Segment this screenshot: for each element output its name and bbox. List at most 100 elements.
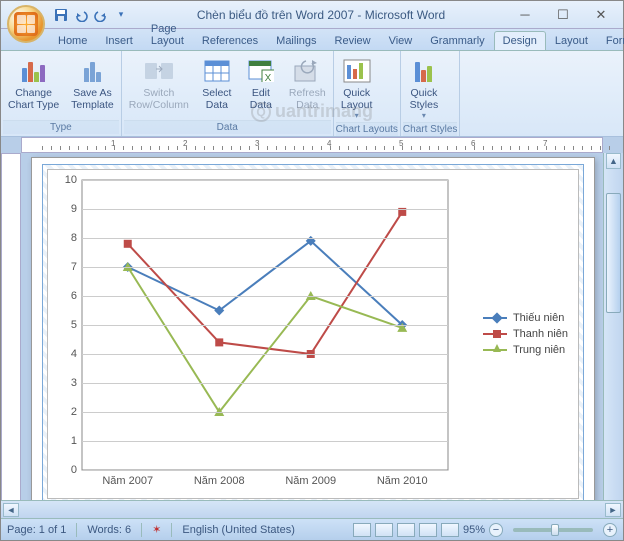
- refresh-data-label: Refresh Data: [289, 87, 326, 111]
- group-chart-layouts-label: Chart Layouts: [336, 122, 398, 136]
- view-draft-icon[interactable]: [441, 523, 459, 537]
- quick-styles-button[interactable]: Quick Styles ▾: [403, 53, 445, 122]
- plot-area: 012345678910Năm 2007Năm 2008Năm 2009Năm …: [82, 180, 448, 470]
- switch-row-column-label: Switch Row/Column: [129, 87, 189, 111]
- scroll-up-arrow[interactable]: ▲: [606, 153, 621, 169]
- edit-data-icon: X: [245, 55, 277, 87]
- legend-label: Trung niên: [513, 344, 565, 356]
- refresh-data-button: Refresh Data: [284, 53, 331, 120]
- vertical-scrollbar[interactable]: ▲ ▼: [603, 153, 623, 519]
- page: 012345678910Năm 2007Năm 2008Năm 2009Năm …: [31, 157, 595, 511]
- group-type: Change Chart Type Save As Template Type: [1, 51, 122, 136]
- tab-grammarly[interactable]: Grammarly: [421, 31, 493, 50]
- group-chart-layouts: Quick Layout ▾ Chart Layouts: [334, 51, 401, 136]
- quick-styles-label: Quick Styles: [410, 87, 439, 111]
- zoom-out-button[interactable]: −: [489, 523, 503, 537]
- zoom-level[interactable]: 95%: [463, 524, 485, 536]
- tab-review[interactable]: Review: [326, 31, 380, 50]
- template-icon: [76, 55, 108, 87]
- chevron-down-icon: ▾: [422, 111, 426, 120]
- proofing-icon[interactable]: ✶: [152, 523, 161, 536]
- view-full-screen-icon[interactable]: [375, 523, 393, 537]
- tab-format[interactable]: Format: [597, 31, 624, 50]
- y-tick-label: 5: [71, 319, 77, 331]
- scroll-right-arrow[interactable]: ►: [605, 503, 621, 517]
- zoom-in-button[interactable]: +: [603, 523, 617, 537]
- y-tick-label: 9: [71, 203, 77, 215]
- status-bar: Page: 1 of 1 Words: 6 ✶ English (United …: [1, 518, 623, 540]
- select-data-button[interactable]: Select Data: [196, 53, 238, 120]
- ribbon: Change Chart Type Save As Template Type …: [1, 51, 623, 137]
- save-as-template-label: Save As Template: [71, 87, 114, 111]
- bar-chart-icon: [18, 55, 50, 87]
- legend-item: Trung niên: [483, 344, 568, 356]
- document-area: 1234567 ▲ ▼ 012345678910Năm 2007Năm 2008…: [1, 137, 623, 519]
- group-type-label: Type: [3, 120, 119, 134]
- redo-icon[interactable]: [93, 7, 109, 23]
- quick-styles-icon: [408, 55, 440, 87]
- chart-object[interactable]: 012345678910Năm 2007Năm 2008Năm 2009Năm …: [47, 169, 579, 499]
- y-tick-label: 1: [71, 435, 77, 447]
- status-page[interactable]: Page: 1 of 1: [7, 524, 66, 536]
- group-data-label: Data: [124, 120, 331, 134]
- office-button[interactable]: [7, 5, 45, 43]
- undo-icon[interactable]: [73, 7, 89, 23]
- edit-data-label: Edit Data: [250, 87, 272, 111]
- select-data-icon: [201, 55, 233, 87]
- y-tick-label: 3: [71, 377, 77, 389]
- legend-item: Thiếu niên: [483, 312, 568, 324]
- window-controls: ─ ☐ ✕: [507, 4, 619, 26]
- group-data: Switch Row/Column Select Data X Edit Dat…: [122, 51, 334, 136]
- tab-page-layout[interactable]: Page Layout: [142, 19, 193, 50]
- zoom-thumb[interactable]: [551, 524, 559, 536]
- x-tick-label: Năm 2009: [285, 475, 336, 487]
- minimize-button[interactable]: ─: [507, 4, 543, 26]
- edit-data-button[interactable]: X Edit Data: [240, 53, 282, 120]
- horizontal-scrollbar[interactable]: ◄ ►: [1, 500, 623, 518]
- tab-insert[interactable]: Insert: [96, 31, 142, 50]
- y-tick-label: 6: [71, 290, 77, 302]
- view-print-layout-icon[interactable]: [353, 523, 371, 537]
- chart-selection-border[interactable]: 012345678910Năm 2007Năm 2008Năm 2009Năm …: [42, 164, 584, 504]
- refresh-icon: [291, 55, 323, 87]
- view-outline-icon[interactable]: [419, 523, 437, 537]
- x-tick-label: Năm 2010: [377, 475, 428, 487]
- zoom-slider[interactable]: [513, 528, 593, 532]
- quick-layout-label: Quick Layout: [341, 87, 373, 111]
- qat-customize-icon[interactable]: ▾: [113, 7, 129, 23]
- save-icon[interactable]: [53, 7, 69, 23]
- tab-view[interactable]: View: [380, 31, 422, 50]
- group-chart-styles-label: Chart Styles: [403, 122, 457, 136]
- quick-access-toolbar: ▾: [47, 7, 135, 23]
- svg-text:X: X: [265, 73, 272, 82]
- close-button[interactable]: ✕: [583, 4, 619, 26]
- tab-home[interactable]: Home: [49, 31, 96, 50]
- status-language[interactable]: English (United States): [182, 524, 295, 536]
- y-tick-label: 8: [71, 232, 77, 244]
- scroll-left-arrow[interactable]: ◄: [3, 503, 19, 517]
- tab-layout[interactable]: Layout: [546, 31, 597, 50]
- x-tick-label: Năm 2007: [102, 475, 153, 487]
- legend-item: Thanh niên: [483, 328, 568, 340]
- tab-mailings[interactable]: Mailings: [267, 31, 325, 50]
- select-data-label: Select Data: [202, 87, 231, 111]
- vertical-ruler[interactable]: [1, 153, 21, 519]
- scroll-thumb[interactable]: [606, 193, 621, 313]
- maximize-button[interactable]: ☐: [545, 4, 581, 26]
- switch-row-column-button: Switch Row/Column: [124, 53, 194, 120]
- y-tick-label: 4: [71, 348, 77, 360]
- title-bar: ▾ Chèn biểu đồ trên Word 2007 - Microsof…: [1, 1, 623, 29]
- tab-references[interactable]: References: [193, 31, 267, 50]
- horizontal-ruler[interactable]: 1234567: [21, 137, 603, 153]
- y-tick-label: 0: [71, 464, 77, 476]
- save-as-template-button[interactable]: Save As Template: [66, 53, 119, 120]
- legend-label: Thanh niên: [513, 328, 568, 340]
- y-tick-label: 7: [71, 261, 77, 273]
- tab-design[interactable]: Design: [494, 31, 546, 50]
- change-chart-type-button[interactable]: Change Chart Type: [3, 53, 64, 120]
- quick-layout-icon: [341, 55, 373, 87]
- y-tick-label: 10: [65, 174, 77, 186]
- quick-layout-button[interactable]: Quick Layout ▾: [336, 53, 378, 122]
- view-web-layout-icon[interactable]: [397, 523, 415, 537]
- status-words[interactable]: Words: 6: [87, 524, 131, 536]
